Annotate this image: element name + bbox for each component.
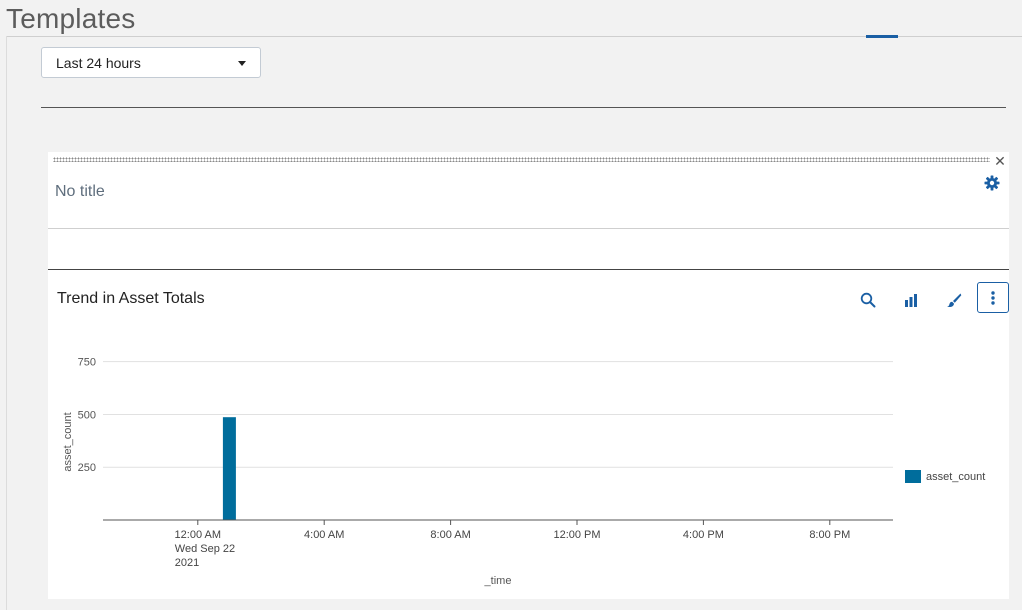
close-icon[interactable]: ✕ (993, 154, 1007, 168)
x-axis-label: _time (484, 575, 512, 587)
y-axis-label: asset_count (62, 412, 74, 471)
time-range-picker[interactable]: Last 24 hours (41, 47, 261, 78)
y-tick-label: 750 (78, 357, 96, 369)
gear-icon[interactable] (984, 175, 1000, 191)
x-tick-label: 4:00 PM (683, 529, 724, 541)
x-tick-label: 4:00 AM (304, 529, 344, 541)
panel-title[interactable]: No title (55, 183, 105, 201)
x-tick-label: 8:00 PM (809, 529, 850, 541)
time-range-value: Last 24 hours (56, 54, 141, 71)
chevron-down-icon (238, 61, 246, 66)
legend-swatch (905, 470, 921, 483)
bar (222, 417, 236, 520)
y-tick-label: 500 (78, 409, 96, 421)
x-tick-label: 8:00 AM (430, 529, 470, 541)
trend-chart: 250 500 750 12:00 AM Wed Sep 22 2021 4:00 AM 8:… (62, 357, 893, 587)
x-tick-sublabel: 2021 (175, 557, 199, 569)
x-tick-label: 12:00 AM (175, 529, 221, 541)
panel-description-area (48, 229, 1009, 269)
y-tick-label: 250 (78, 462, 96, 474)
x-tick-label: 12:00 PM (553, 529, 600, 541)
x-tick-sublabel: Wed Sep 22 (175, 543, 235, 555)
panel-header: ✕ No title (48, 152, 1009, 229)
edit-tab-indicator[interactable] (866, 35, 898, 38)
drag-handle[interactable] (53, 157, 990, 162)
page-title: Templates (6, 3, 136, 34)
legend-label: asset_count (926, 470, 986, 483)
input-row-divider (41, 107, 1006, 108)
left-border (6, 36, 7, 610)
chart-legend[interactable]: asset_count (905, 470, 985, 483)
chart-panel: Trend in Asset Totals 250 500 750 12:00 AM W… (48, 270, 1009, 599)
